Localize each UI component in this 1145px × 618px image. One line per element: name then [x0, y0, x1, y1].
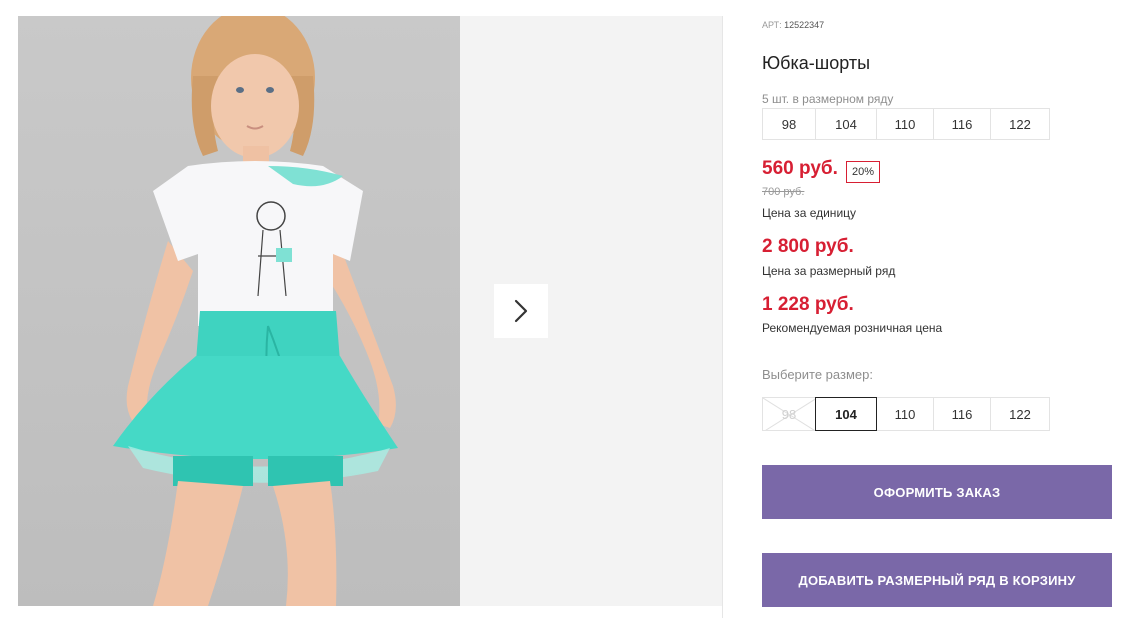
pack-size-cell: 116 — [933, 108, 991, 140]
size-option-98: 98 — [762, 397, 816, 431]
retail-price: 1 228 руб. — [762, 294, 854, 315]
pack-size-grid: 98 104 110 116 122 — [762, 108, 1050, 140]
retail-price-caption: Рекомендуемая розничная цена — [762, 321, 943, 335]
pack-note: 5 шт. в размерном ряду — [762, 92, 894, 106]
pack-size-cell: 110 — [876, 108, 934, 140]
old-price: 700 руб. — [762, 186, 805, 198]
product-info-panel: АРТ: 12522347 Юбка-шорты 5 шт. в размерн… — [762, 0, 1122, 618]
product-gallery — [18, 16, 723, 606]
pack-size-cell: 98 — [762, 108, 816, 140]
gallery-next-button[interactable] — [494, 284, 548, 338]
discount-badge: 20% — [846, 161, 881, 183]
size-option-110[interactable]: 110 — [876, 397, 934, 431]
place-order-button[interactable]: ОФОРМИТЬ ЗАКАЗ — [762, 465, 1112, 519]
pack-size-cell: 104 — [815, 108, 877, 140]
size-option-116[interactable]: 116 — [933, 397, 991, 431]
chevron-right-icon — [514, 299, 528, 323]
unit-price-caption: Цена за единицу — [762, 206, 857, 220]
sku-line: АРТ: 12522347 — [762, 20, 824, 30]
pack-price: 2 800 руб. — [762, 236, 854, 257]
sku-value: 12522347 — [784, 20, 825, 30]
product-title: Юбка-шорты — [762, 53, 871, 73]
add-size-run-to-cart-button[interactable]: ДОБАВИТЬ РАЗМЕРНЫЙ РЯД В КОРЗИНУ — [762, 553, 1112, 607]
product-photo-illustration — [113, 16, 398, 606]
sku-label: АРТ: — [762, 20, 782, 30]
unit-price: 560 руб. — [762, 158, 838, 179]
gallery-divider — [722, 16, 723, 618]
pack-size-cell: 122 — [990, 108, 1050, 140]
product-photo — [18, 16, 460, 606]
size-picker: 98 104 110 116 122 — [762, 397, 1050, 431]
size-option-label: 98 — [781, 406, 797, 422]
size-option-104[interactable]: 104 — [815, 397, 877, 431]
size-picker-label: Выберите размер: — [762, 367, 873, 382]
pack-price-caption: Цена за размерный ряд — [762, 264, 896, 278]
size-option-122[interactable]: 122 — [990, 397, 1050, 431]
